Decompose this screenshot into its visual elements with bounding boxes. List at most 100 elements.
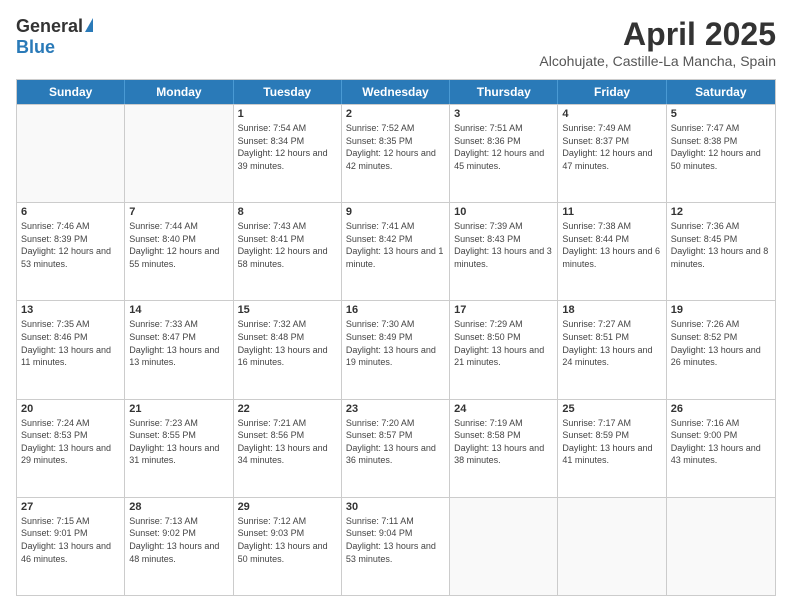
calendar-cell: 18 Sunrise: 7:27 AMSunset: 8:51 PMDayligh… (558, 301, 666, 398)
day-number: 16 (346, 304, 445, 316)
day-number: 22 (238, 403, 337, 415)
calendar-week-3: 13Sunrise: 7:35 AMSunset: 8:46 PMDayligh… (17, 300, 775, 398)
day-info: Sunrise: 7:27 AMSunset: 8:51 PMDaylight:… (562, 318, 661, 368)
day-number: 24 (454, 403, 553, 415)
day-number: 6 (21, 206, 120, 218)
calendar-cell: 29 Sunrise: 7:12 AMSunset: 9:03 PMDayligh… (234, 498, 342, 595)
calendar: SundayMondayTuesdayWednesdayThursdayFrid… (16, 79, 776, 596)
day-info: Sunrise: 7:23 AMSunset: 8:55 PMDaylight:… (129, 417, 228, 467)
calendar-cell: 17 Sunrise: 7:29 AMSunset: 8:50 PMDayligh… (450, 301, 558, 398)
day-number: 21 (129, 403, 228, 415)
calendar-cell: 23 Sunrise: 7:20 AMSunset: 8:57 PMDayligh… (342, 400, 450, 497)
day-number: 17 (454, 304, 553, 316)
calendar-cell: 7Sunrise: 7:44 AMSunset: 8:40 PMDaylight… (125, 203, 233, 300)
calendar-cell (667, 498, 775, 595)
header-day-friday: Friday (558, 80, 666, 104)
calendar-cell: 19Sunrise: 7:26 AMSunset: 8:52 PMDayligh… (667, 301, 775, 398)
calendar-cell: 6 Sunrise: 7:46 AMSunset: 8:39 PMDaylight… (17, 203, 125, 300)
day-number: 20 (21, 403, 120, 415)
day-number: 1 (238, 108, 337, 120)
calendar-cell: 16 Sunrise: 7:30 AMSunset: 8:49 PMDayligh… (342, 301, 450, 398)
calendar-body: 1 Sunrise: 7:54 AMSunset: 8:34 PMDaylight… (17, 104, 775, 595)
calendar-cell: 3Sunrise: 7:51 AMSunset: 8:36 PMDaylight… (450, 105, 558, 202)
calendar-cell: 22 Sunrise: 7:21 AMSunset: 8:56 PMDayligh… (234, 400, 342, 497)
day-number: 13 (21, 304, 120, 316)
day-info: Sunrise: 7:54 AMSunset: 8:34 PMDaylight:… (238, 122, 337, 172)
calendar-cell: 24 Sunrise: 7:19 AMSunset: 8:58 PMDayligh… (450, 400, 558, 497)
calendar-cell: 15 Sunrise: 7:32 AMSunset: 8:48 PMDayligh… (234, 301, 342, 398)
day-number: 12 (671, 206, 771, 218)
day-info: Sunrise: 7:12 AMSunset: 9:03 PMDaylight:… (238, 515, 337, 565)
day-info: Sunrise: 7:32 AMSunset: 8:48 PMDaylight:… (238, 318, 337, 368)
day-info: Sunrise: 7:21 AMSunset: 8:56 PMDaylight:… (238, 417, 337, 467)
header-day-sunday: Sunday (17, 80, 125, 104)
calendar-cell (558, 498, 666, 595)
day-number: 30 (346, 501, 445, 513)
day-number: 27 (21, 501, 120, 513)
day-info: Sunrise: 7:15 AMSunset: 9:01 PMDaylight:… (21, 515, 120, 565)
day-info: Sunrise: 7:17 AMSunset: 8:59 PMDaylight:… (562, 417, 661, 467)
day-number: 4 (562, 108, 661, 120)
calendar-week-5: 27 Sunrise: 7:15 AMSunset: 9:01 PMDayligh… (17, 497, 775, 595)
day-info: Sunrise: 7:47 AMSunset: 8:38 PMDaylight:… (671, 122, 771, 172)
calendar-cell: 9 Sunrise: 7:41 AMSunset: 8:42 PMDaylight… (342, 203, 450, 300)
day-number: 10 (454, 206, 553, 218)
calendar-cell: 10Sunrise: 7:39 AMSunset: 8:43 PMDayligh… (450, 203, 558, 300)
day-number: 26 (671, 403, 771, 415)
day-number: 18 (562, 304, 661, 316)
day-number: 8 (238, 206, 337, 218)
calendar-cell: 1 Sunrise: 7:54 AMSunset: 8:34 PMDaylight… (234, 105, 342, 202)
header-day-saturday: Saturday (667, 80, 775, 104)
day-number: 7 (129, 206, 228, 218)
calendar-week-2: 6 Sunrise: 7:46 AMSunset: 8:39 PMDaylight… (17, 202, 775, 300)
day-number: 15 (238, 304, 337, 316)
calendar-cell: 30Sunrise: 7:11 AMSunset: 9:04 PMDayligh… (342, 498, 450, 595)
calendar-cell: 8 Sunrise: 7:43 AMSunset: 8:41 PMDaylight… (234, 203, 342, 300)
calendar-cell (125, 105, 233, 202)
day-info: Sunrise: 7:43 AMSunset: 8:41 PMDaylight:… (238, 220, 337, 270)
calendar-week-4: 20 Sunrise: 7:24 AMSunset: 8:53 PMDayligh… (17, 399, 775, 497)
header-day-thursday: Thursday (450, 80, 558, 104)
day-info: Sunrise: 7:33 AMSunset: 8:47 PMDaylight:… (129, 318, 228, 368)
calendar-cell (17, 105, 125, 202)
day-info: Sunrise: 7:29 AMSunset: 8:50 PMDaylight:… (454, 318, 553, 368)
header-day-tuesday: Tuesday (234, 80, 342, 104)
day-info: Sunrise: 7:30 AMSunset: 8:49 PMDaylight:… (346, 318, 445, 368)
calendar-cell: 4Sunrise: 7:49 AMSunset: 8:37 PMDaylight… (558, 105, 666, 202)
day-info: Sunrise: 7:16 AMSunset: 9:00 PMDaylight:… (671, 417, 771, 467)
day-info: Sunrise: 7:36 AMSunset: 8:45 PMDaylight:… (671, 220, 771, 270)
day-info: Sunrise: 7:24 AMSunset: 8:53 PMDaylight:… (21, 417, 120, 467)
page: General Blue April 2025 Alcohujate, Cast… (0, 0, 792, 612)
day-number: 9 (346, 206, 445, 218)
day-info: Sunrise: 7:13 AMSunset: 9:02 PMDaylight:… (129, 515, 228, 565)
calendar-location: Alcohujate, Castille-La Mancha, Spain (539, 53, 776, 69)
calendar-cell: 27 Sunrise: 7:15 AMSunset: 9:01 PMDayligh… (17, 498, 125, 595)
day-info: Sunrise: 7:52 AMSunset: 8:35 PMDaylight:… (346, 122, 445, 172)
calendar-cell: 26 Sunrise: 7:16 AMSunset: 9:00 PMDayligh… (667, 400, 775, 497)
calendar-cell: 13Sunrise: 7:35 AMSunset: 8:46 PMDayligh… (17, 301, 125, 398)
day-number: 23 (346, 403, 445, 415)
day-info: Sunrise: 7:41 AMSunset: 8:42 PMDaylight:… (346, 220, 445, 270)
calendar-cell (450, 498, 558, 595)
calendar-cell: 28 Sunrise: 7:13 AMSunset: 9:02 PMDayligh… (125, 498, 233, 595)
day-number: 25 (562, 403, 661, 415)
day-info: Sunrise: 7:19 AMSunset: 8:58 PMDaylight:… (454, 417, 553, 467)
calendar-cell: 14Sunrise: 7:33 AMSunset: 8:47 PMDayligh… (125, 301, 233, 398)
calendar-cell: 2Sunrise: 7:52 AMSunset: 8:35 PMDaylight… (342, 105, 450, 202)
day-number: 5 (671, 108, 771, 120)
header: General Blue April 2025 Alcohujate, Cast… (16, 16, 776, 69)
logo-blue-text: Blue (16, 37, 55, 58)
calendar-header: SundayMondayTuesdayWednesdayThursdayFrid… (17, 80, 775, 104)
day-number: 11 (562, 206, 661, 218)
calendar-week-1: 1 Sunrise: 7:54 AMSunset: 8:34 PMDaylight… (17, 104, 775, 202)
title-block: April 2025 Alcohujate, Castille-La Manch… (539, 16, 776, 69)
calendar-cell: 25 Sunrise: 7:17 AMSunset: 8:59 PMDayligh… (558, 400, 666, 497)
logo-general-text: General (16, 16, 83, 37)
day-info: Sunrise: 7:46 AMSunset: 8:39 PMDaylight:… (21, 220, 120, 270)
logo: General Blue (16, 16, 93, 58)
day-number: 29 (238, 501, 337, 513)
day-info: Sunrise: 7:38 AMSunset: 8:44 PMDaylight:… (562, 220, 661, 270)
day-info: Sunrise: 7:20 AMSunset: 8:57 PMDaylight:… (346, 417, 445, 467)
day-number: 28 (129, 501, 228, 513)
calendar-cell: 11 Sunrise: 7:38 AMSunset: 8:44 PMDayligh… (558, 203, 666, 300)
